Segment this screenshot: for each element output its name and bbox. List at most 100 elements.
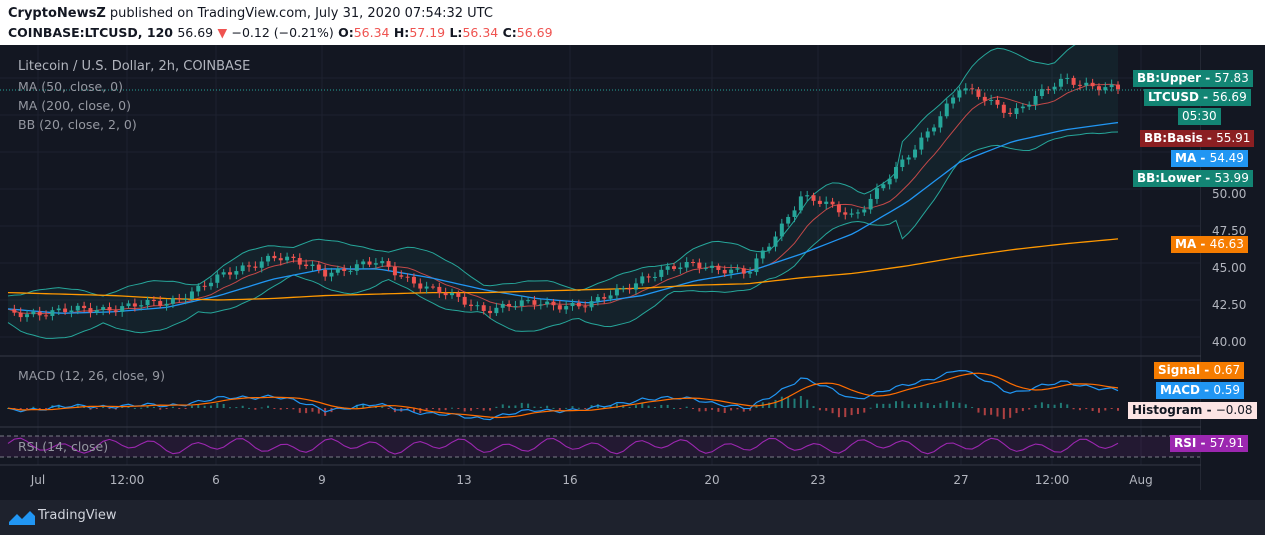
histogram-bar	[489, 408, 492, 411]
histogram-bar	[254, 408, 257, 410]
histogram-bar	[470, 408, 473, 411]
candle	[494, 307, 499, 314]
bb-legend[interactable]: BB (20, close, 2, 0)	[18, 117, 137, 132]
histogram-bar	[533, 406, 536, 408]
candle	[849, 213, 854, 215]
candle	[748, 272, 753, 274]
candle	[304, 264, 309, 267]
candle	[836, 204, 841, 213]
candle	[678, 267, 683, 269]
histogram-bar	[945, 400, 948, 408]
histogram-bar	[558, 408, 561, 410]
histogram-bar	[216, 402, 219, 408]
histogram-bar	[926, 403, 929, 408]
histogram-bar	[666, 404, 669, 408]
candle	[240, 265, 245, 272]
candle	[817, 200, 822, 204]
candle	[297, 258, 302, 265]
candle	[405, 276, 410, 278]
x-tick-label: 27	[953, 473, 969, 487]
histogram-bar	[286, 408, 289, 409]
candle	[684, 262, 689, 268]
x-tick-label: 12:00	[109, 473, 145, 487]
symbol-ohlc-line: COINBASE:LTCUSD, 120 56.69 ▼ −0.12 (−0.2…	[8, 25, 553, 40]
symbol-name[interactable]: COINBASE:LTCUSD, 120	[8, 25, 173, 40]
candle	[215, 274, 220, 283]
candle	[177, 298, 182, 300]
histogram-bar	[850, 408, 853, 416]
candle	[938, 116, 943, 128]
price-chart[interactable]	[0, 45, 1265, 500]
candle	[944, 103, 949, 117]
candle	[1020, 106, 1025, 109]
candle	[1001, 104, 1006, 113]
x-tick-label: 13	[456, 473, 472, 487]
candle	[221, 272, 226, 275]
candle	[56, 308, 61, 311]
histogram-bar	[444, 408, 447, 411]
candle	[1027, 104, 1032, 107]
histogram-bar	[634, 405, 637, 408]
histogram-bar	[990, 408, 993, 415]
candle	[970, 88, 975, 90]
candle	[500, 303, 505, 308]
histogram-bar	[222, 403, 225, 408]
candle	[1109, 84, 1114, 88]
x-tick-label: 20	[704, 473, 720, 487]
candle	[570, 302, 575, 307]
histogram-bar	[907, 404, 910, 408]
y-tick-label: 50.00	[1212, 187, 1247, 201]
tradingview-logo-icon[interactable]	[8, 508, 36, 526]
histogram-bar	[1021, 408, 1024, 412]
histogram-bar	[875, 403, 878, 408]
candle	[589, 301, 594, 308]
histogram-bar	[463, 408, 466, 412]
histogram-bar	[653, 406, 656, 408]
rsi-legend[interactable]: RSI (14, close)	[18, 439, 108, 454]
ma200-legend[interactable]: MA (200, close, 0)	[18, 98, 131, 113]
macd-legend[interactable]: MACD (12, 26, close, 9)	[18, 368, 165, 383]
histogram-bar	[787, 397, 790, 408]
histogram-bar	[983, 408, 986, 416]
tag-value: −0.08	[1215, 403, 1253, 417]
tag-value: 54.49	[1209, 151, 1244, 165]
histogram-bar	[825, 408, 828, 411]
candle	[982, 96, 987, 101]
candle	[1065, 77, 1070, 79]
candle	[640, 276, 645, 284]
candle	[830, 201, 835, 205]
histogram-bar	[1009, 408, 1012, 418]
candle	[1077, 84, 1082, 86]
candle	[399, 275, 404, 277]
histogram-bar	[1040, 402, 1043, 408]
candle	[614, 288, 619, 296]
histogram-bar	[1091, 408, 1094, 411]
candle	[773, 236, 778, 247]
publisher-name[interactable]: CryptoNewsZ	[8, 6, 106, 21]
tag-label: BB:Basis	[1144, 131, 1203, 145]
histogram-bar	[812, 406, 815, 408]
candle	[881, 184, 886, 189]
candle	[354, 264, 359, 271]
histogram-bar	[248, 407, 251, 409]
histogram-bar	[279, 408, 282, 410]
rsi-tag: RSI - 57.91	[1170, 435, 1249, 452]
candle	[862, 209, 867, 213]
candle	[82, 305, 87, 309]
histogram-bar	[184, 408, 187, 409]
histogram-bar	[685, 406, 688, 408]
histogram-bar	[165, 408, 168, 409]
candle	[69, 310, 74, 313]
open-label: O:	[338, 25, 354, 40]
candle	[50, 310, 55, 316]
candle	[925, 131, 930, 138]
candle	[323, 269, 328, 277]
bb-upper-tag: BB:Upper - 57.83	[1133, 70, 1253, 87]
histogram-bar	[692, 408, 695, 409]
tag-label: MACD	[1160, 383, 1200, 397]
tradingview-brand[interactable]: TradingView	[38, 508, 117, 523]
histogram-bar	[1002, 408, 1005, 420]
ma50-legend[interactable]: MA (50, close, 0)	[18, 79, 123, 94]
candle	[37, 311, 42, 316]
histogram-bar	[482, 408, 485, 411]
